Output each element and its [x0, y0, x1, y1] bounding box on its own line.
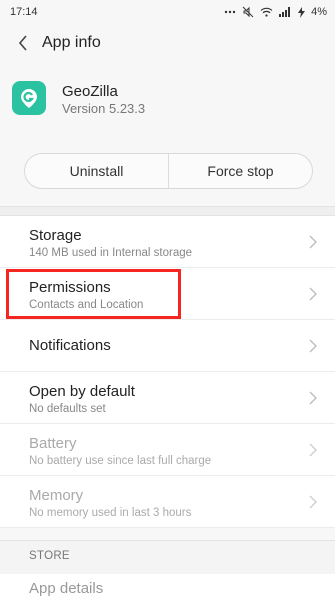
app-bar: App info: [0, 24, 335, 62]
chevron-right-icon: [309, 495, 317, 509]
settings-row-battery: Battery No battery use since last full c…: [0, 424, 335, 476]
back-arrow-icon[interactable]: [8, 28, 38, 58]
chevron-right-icon: [309, 287, 317, 301]
chevron-right-icon: [309, 339, 317, 353]
settings-row-notifications[interactable]: Notifications: [0, 320, 335, 372]
row-title: Open by default: [29, 383, 135, 400]
row-subtitle: No memory used in last 3 hours: [29, 507, 192, 519]
app-version: Version 5.23.3: [62, 101, 146, 116]
row-title: App details: [29, 580, 104, 597]
row-title: Memory: [29, 487, 84, 504]
section-divider: [0, 206, 335, 216]
row-subtitle: 140 MB used in Internal storage: [29, 247, 193, 259]
row-title: Storage: [29, 227, 82, 244]
settings-row-memory: Memory No memory used in last 3 hours: [0, 476, 335, 528]
row-subtitle: No defaults set: [29, 403, 106, 415]
force-stop-button[interactable]: Force stop: [168, 154, 312, 188]
row-title: Battery: [29, 435, 77, 452]
app-name: GeoZilla: [62, 83, 118, 100]
status-icons: 4%: [224, 6, 327, 18]
chevron-right-icon: [309, 391, 317, 405]
chevron-right-icon: [309, 235, 317, 249]
settings-row-permissions[interactable]: Permissions Contacts and Location: [0, 268, 335, 320]
status-bar: 17:14 4%: [0, 0, 335, 24]
settings-list: Storage 140 MB used in Internal storage …: [0, 216, 335, 528]
row-title: Permissions: [29, 279, 111, 296]
store-section-label: STORE: [29, 550, 70, 562]
wifi-icon: [260, 7, 273, 17]
more-dots-icon: [224, 10, 236, 14]
geozilla-logo-icon: [12, 81, 46, 115]
status-time: 17:14: [10, 6, 38, 18]
settings-row-storage[interactable]: Storage 140 MB used in Internal storage: [0, 216, 335, 268]
row-subtitle: Contacts and Location: [29, 299, 144, 311]
signal-icon: [279, 7, 292, 17]
app-header: GeoZilla Version 5.23.3: [0, 75, 335, 123]
uninstall-button[interactable]: Uninstall: [25, 154, 168, 188]
action-buttons: Uninstall Force stop: [24, 153, 313, 189]
row-title: Notifications: [29, 337, 111, 354]
row-subtitle: No battery use since last full charge: [29, 455, 212, 467]
charging-icon: [298, 6, 306, 18]
settings-row-open-by-default[interactable]: Open by default No defaults set: [0, 372, 335, 424]
silent-mode-icon: [242, 6, 254, 18]
store-section-header: STORE: [0, 540, 335, 574]
page-title: App info: [42, 34, 101, 51]
settings-row-app-details[interactable]: App details: [0, 574, 335, 604]
battery-percent: 4%: [311, 6, 327, 18]
chevron-right-icon: [309, 443, 317, 457]
